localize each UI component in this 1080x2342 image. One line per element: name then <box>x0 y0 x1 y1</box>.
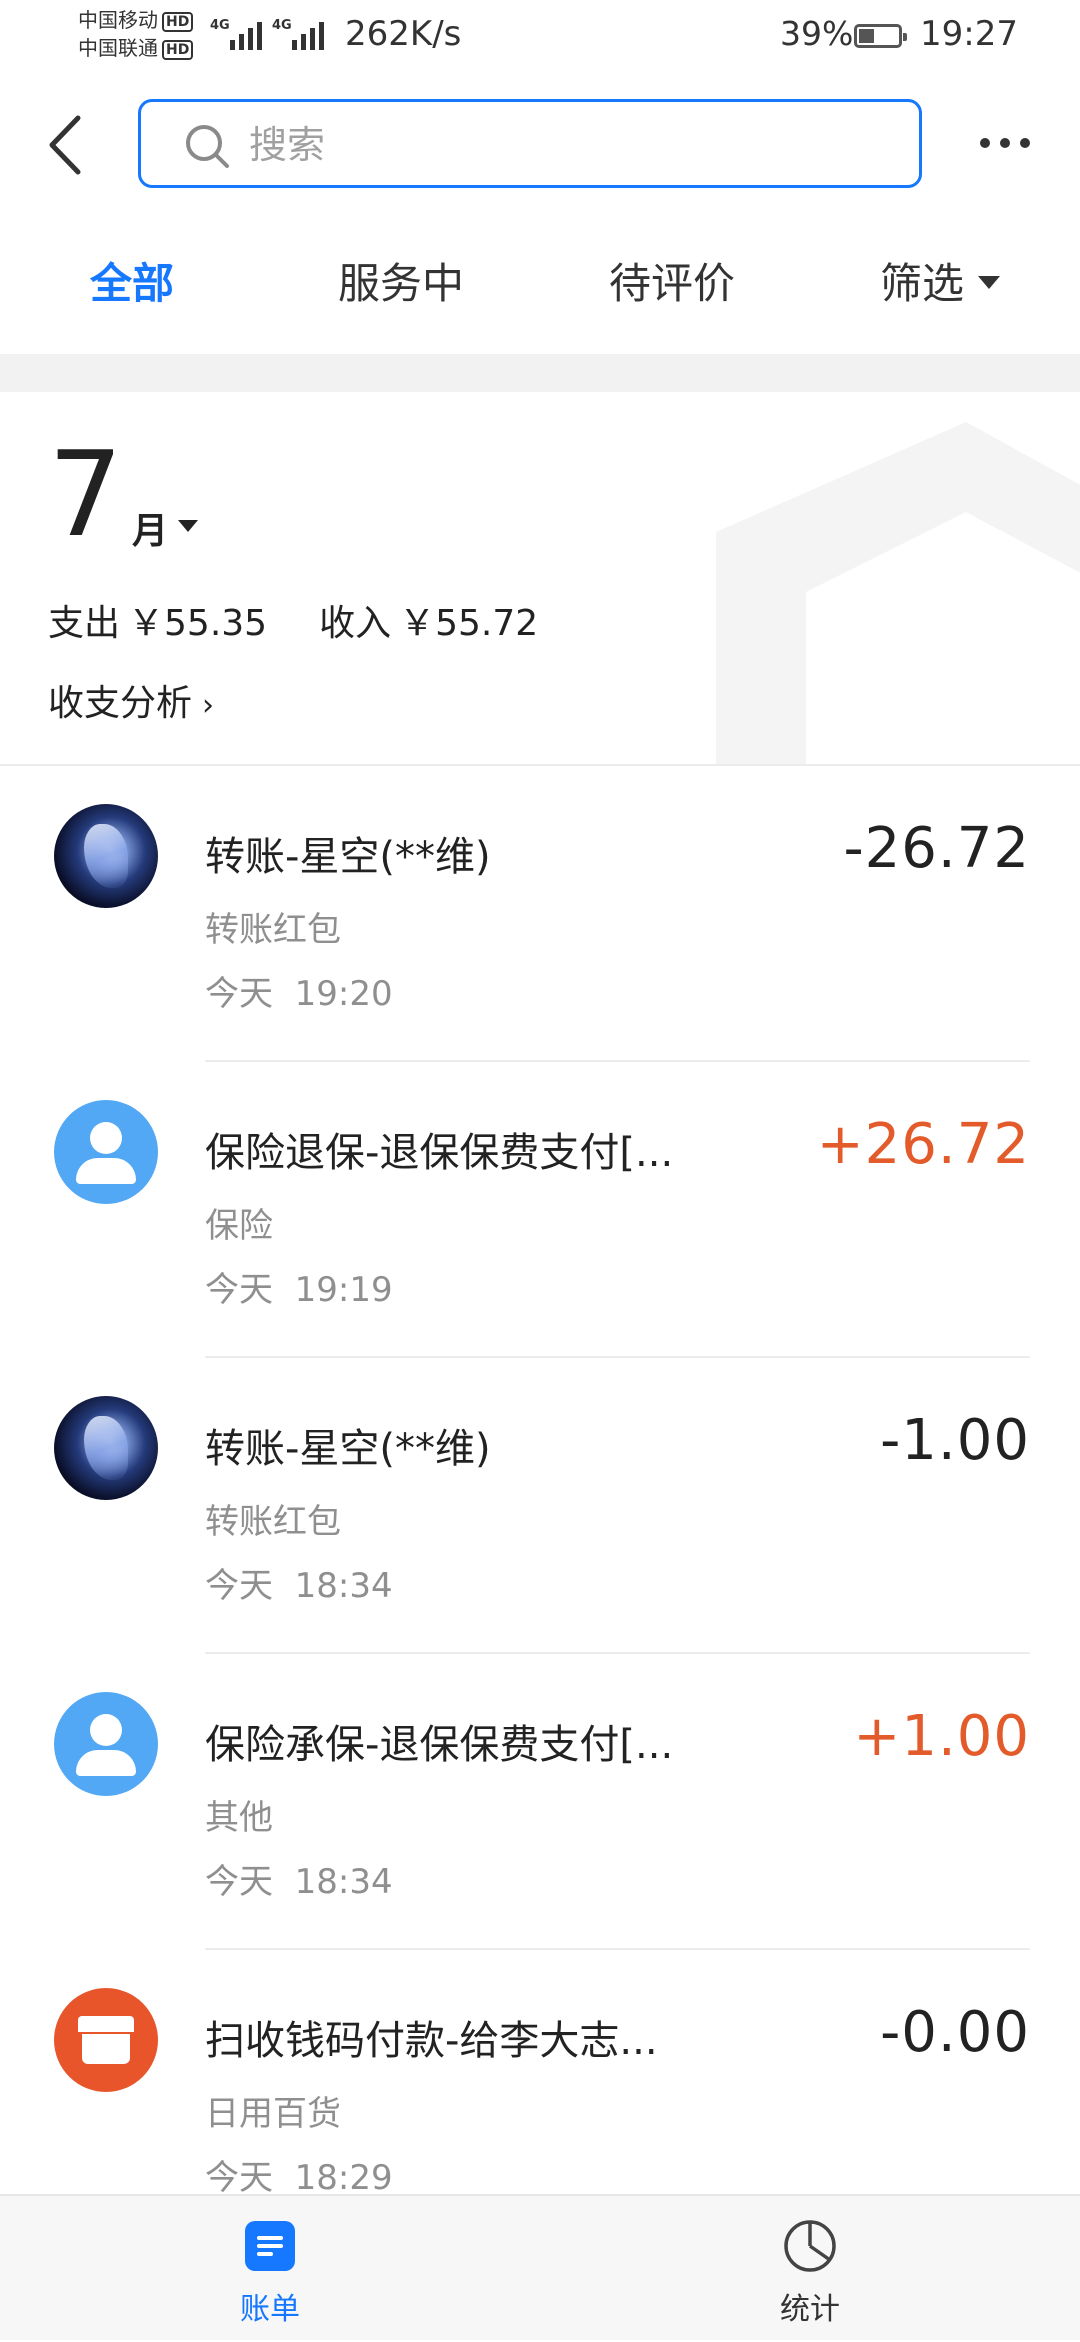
network-speed: 262K/s <box>345 14 462 54</box>
tab-to-review[interactable]: 待评价 <box>609 250 735 311</box>
carrier-2: 中国联通 <box>78 36 158 60</box>
month-unit: 月 <box>132 511 169 552</box>
transaction-row[interactable]: 保险承保-退保保费支付[... 其他 今天 18:34 +1.00 <box>0 1654 1080 1950</box>
transaction-category: 转账红包 <box>205 910 341 950</box>
transaction-title: 保险退保-退保保费支付[... <box>205 1130 674 1176</box>
status-bar: 中国移动 HD 中国联通 HD 4G 4G 262K/s 39% 19:27 <box>0 0 1080 70</box>
month-summary: 7 月 支出 ￥55.35 收入 ￥55.72 收支分析 › <box>0 392 1080 766</box>
transaction-amount: +1.00 <box>853 1704 1030 1769</box>
transaction-category: 转账红包 <box>205 1502 341 1542</box>
network-type: 4G <box>210 18 230 33</box>
starry-avatar <box>54 1396 158 1500</box>
income-label: 收入 <box>319 603 392 644</box>
tab-filter-label: 筛选 <box>880 259 965 308</box>
signal-icon <box>292 16 332 50</box>
chevron-right-icon: › <box>202 688 215 723</box>
carrier-info: 中国移动 HD 中国联通 HD <box>78 6 194 62</box>
nav-stats-label: 统计 <box>780 2292 840 2327</box>
battery-percent: 39% <box>780 14 854 53</box>
tab-in-service[interactable]: 服务中 <box>338 250 464 311</box>
decorative-hexagon <box>716 422 1080 764</box>
status-time: 19:27 <box>920 14 1018 54</box>
nav-stats[interactable]: 统计 <box>710 2196 910 2342</box>
month-number: 7 <box>48 425 124 563</box>
filter-tabs: 全部 服务中 待评价 筛选 <box>0 232 1080 342</box>
transaction-category: 日用百货 <box>205 2094 341 2134</box>
transaction-time: 今天 19:19 <box>205 1270 393 1310</box>
analysis-link[interactable]: 收支分析 › <box>48 674 214 726</box>
signal-icon <box>230 16 270 50</box>
search-box[interactable] <box>138 99 922 188</box>
caret-down-icon <box>178 520 198 532</box>
shop-icon <box>54 1988 158 2092</box>
search-input[interactable] <box>247 114 851 176</box>
carrier-1: 中国移动 <box>78 8 158 32</box>
transaction-title: 扫收钱码付款-给李大志... <box>205 2018 658 2064</box>
starry-avatar <box>54 804 158 908</box>
back-button[interactable] <box>42 112 92 178</box>
transaction-row[interactable]: 保险退保-退保保费支付[... 保险 今天 19:19 +26.72 <box>0 1062 1080 1358</box>
transaction-row[interactable]: 转账-星空(**维) 转账红包 今天 18:34 -1.00 <box>0 1358 1080 1654</box>
tab-all[interactable]: 全部 <box>90 250 174 311</box>
transaction-amount: +26.72 <box>816 1112 1030 1177</box>
user-icon <box>54 1100 158 1204</box>
transaction-title: 转账-星空(**维) <box>205 834 491 880</box>
transaction-title: 保险承保-退保保费支付[... <box>205 1722 674 1768</box>
nav-bill[interactable]: 账单 <box>170 2196 370 2342</box>
income-amount: ￥55.72 <box>399 603 539 644</box>
user-icon <box>54 1692 158 1796</box>
transaction-time: 今天 18:29 <box>205 2158 393 2198</box>
transaction-row[interactable]: 转账-星空(**维) 转账红包 今天 19:20 -26.72 <box>0 766 1080 1062</box>
transaction-time: 今天 19:20 <box>205 974 393 1014</box>
network-type: 4G <box>272 18 292 33</box>
expense-amount: ￥55.35 <box>128 603 268 644</box>
bill-icon <box>245 2221 295 2271</box>
caret-down-icon <box>978 276 1001 289</box>
more-dot-icon <box>980 138 990 148</box>
transaction-category: 其他 <box>205 1798 273 1838</box>
hd-badge: HD <box>162 11 194 32</box>
transaction-time: 今天 18:34 <box>205 1862 393 1902</box>
hd-badge: HD <box>162 39 194 60</box>
more-options-button[interactable] <box>978 128 1034 158</box>
transaction-amount: -0.00 <box>880 2000 1030 2065</box>
transaction-amount: -1.00 <box>880 1408 1030 1473</box>
bottom-nav: 账单 统计 <box>0 2194 1080 2340</box>
analysis-label: 收支分析 <box>48 683 193 724</box>
more-dot-icon <box>1020 138 1030 148</box>
pie-chart-icon <box>784 2220 836 2272</box>
section-divider <box>0 354 1080 392</box>
search-icon <box>186 125 229 168</box>
transaction-time: 今天 18:34 <box>205 1566 393 1606</box>
transaction-category: 保险 <box>205 1206 273 1246</box>
totals: 支出 ￥55.35 收入 ￥55.72 <box>48 594 546 646</box>
battery-icon <box>854 24 907 48</box>
more-dot-icon <box>1000 138 1010 148</box>
tab-filter[interactable]: 筛选 <box>880 250 1001 311</box>
back-arrow-icon <box>49 115 81 175</box>
transaction-amount: -26.72 <box>843 816 1030 881</box>
transaction-title: 转账-星空(**维) <box>205 1426 491 1472</box>
nav-bill-label: 账单 <box>240 2292 300 2327</box>
expense-label: 支出 <box>48 603 121 644</box>
